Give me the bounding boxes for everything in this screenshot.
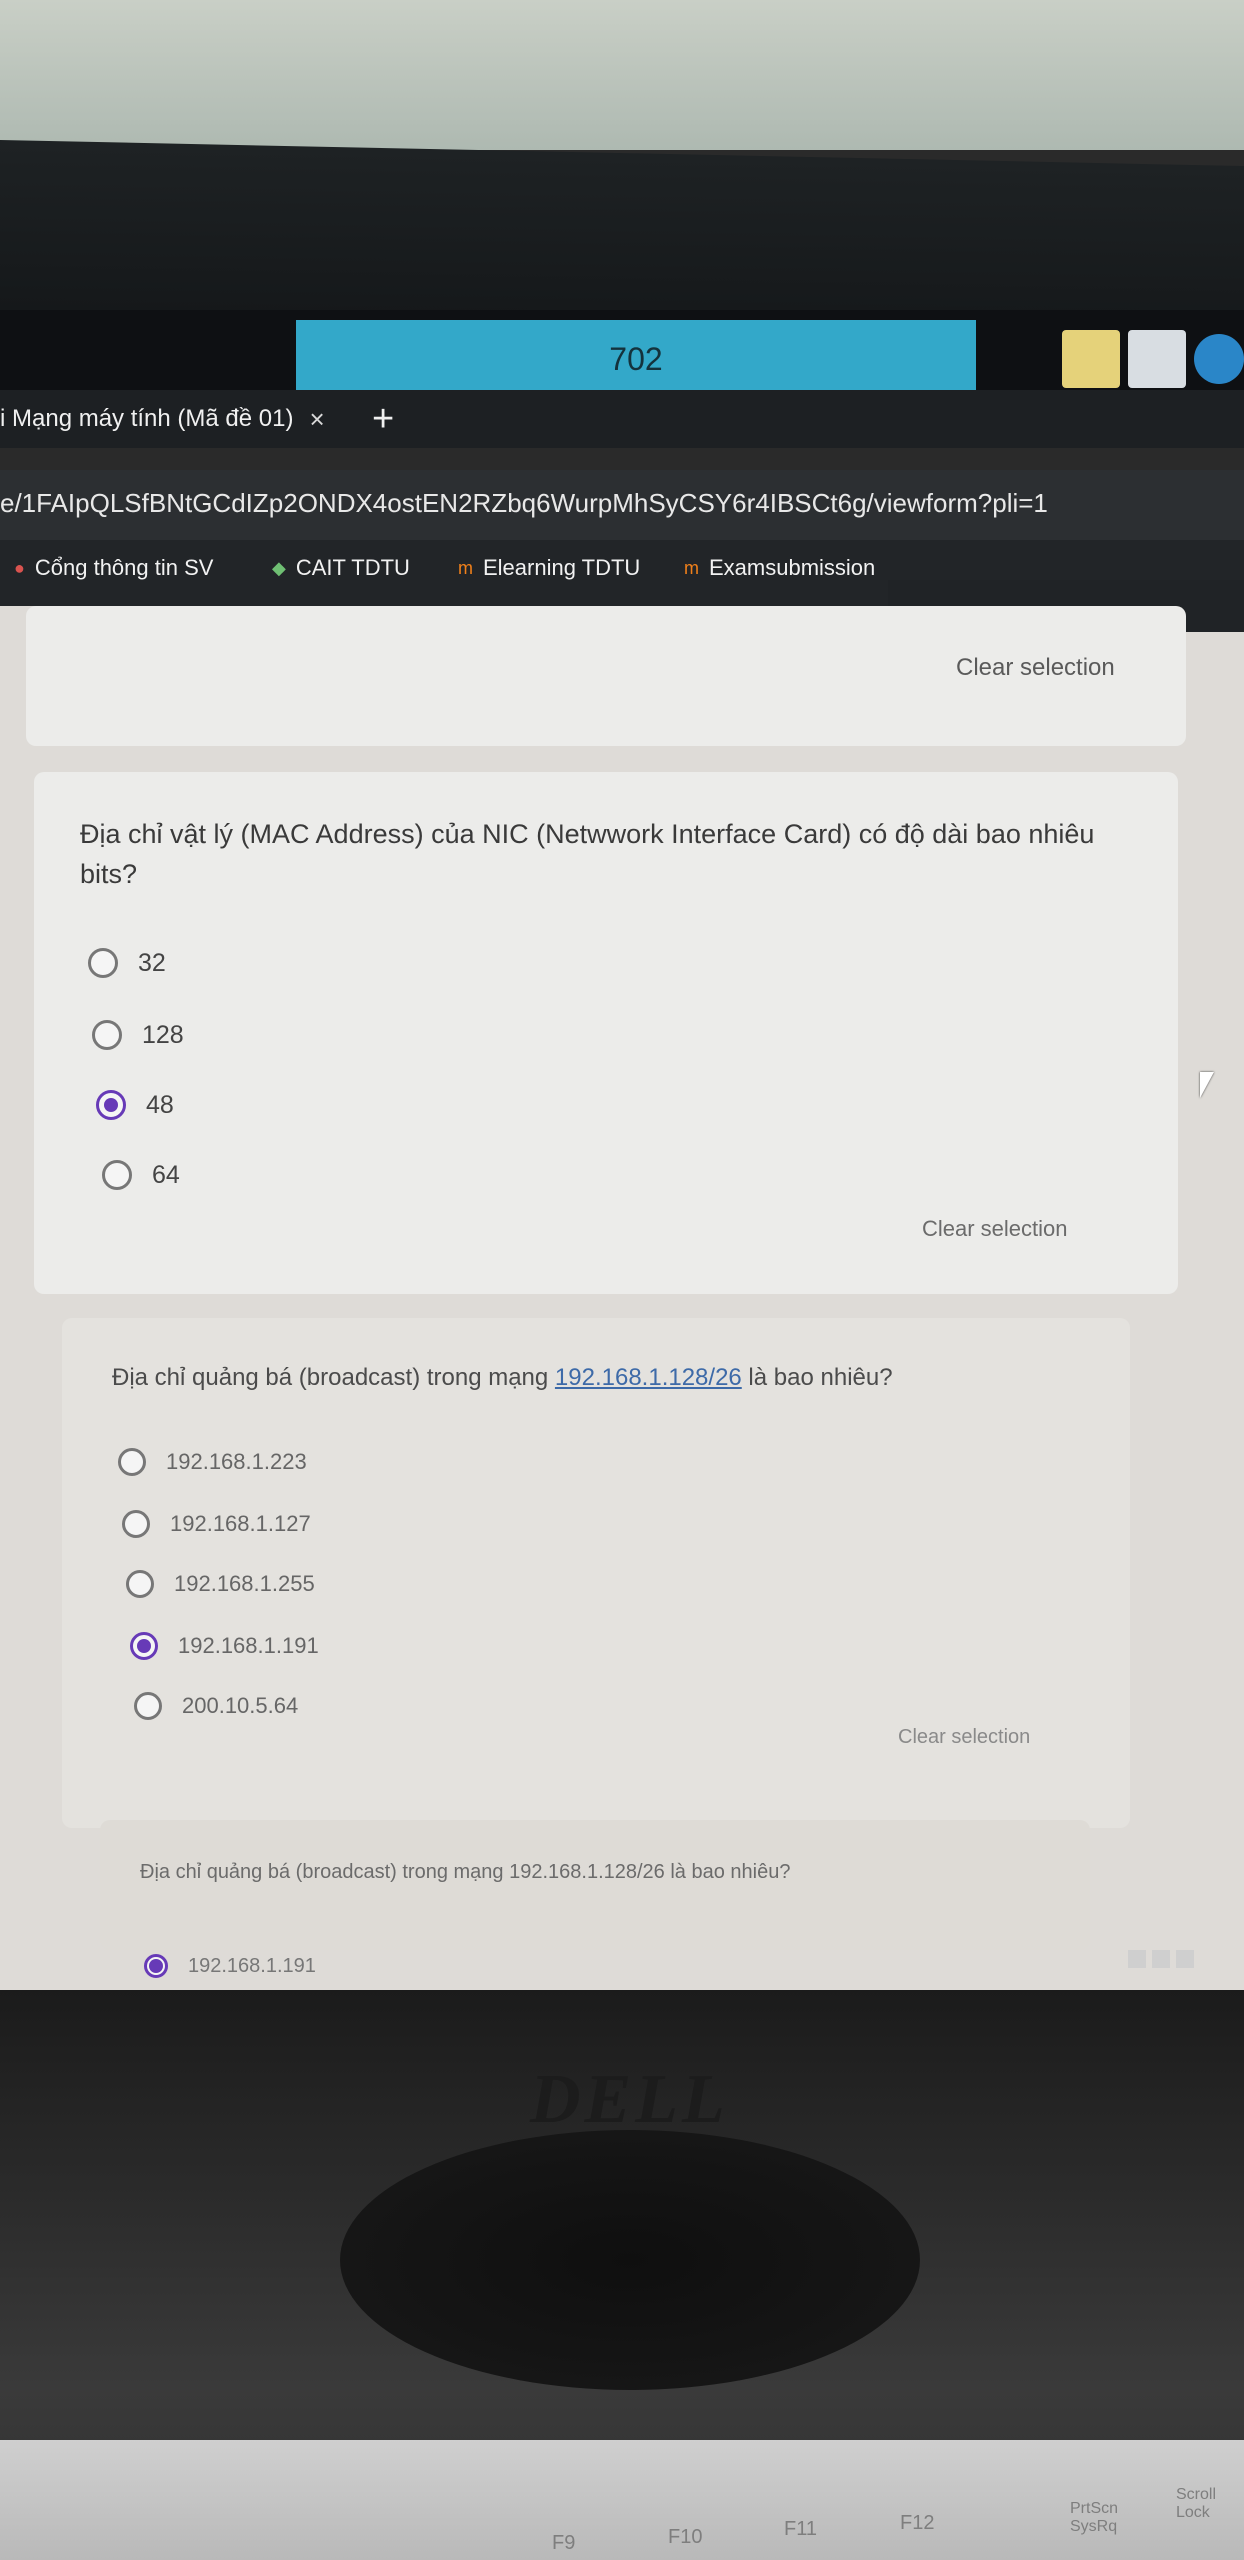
mouse-photo bbox=[340, 2130, 920, 2390]
close-icon[interactable]: × bbox=[309, 404, 324, 435]
option-192-168-1-223[interactable]: 192.168.1.223 bbox=[118, 1448, 307, 1476]
bookmark-cait-tdtu[interactable]: ◆ CAIT TDTU bbox=[272, 555, 410, 581]
option-label: 32 bbox=[138, 948, 166, 977]
bookmark-label: Examsubmission bbox=[709, 555, 876, 580]
fkey-label: F12 bbox=[900, 2512, 935, 2534]
option-label: 192.168.1.127 bbox=[170, 1511, 311, 1536]
browser-tab[interactable]: i Mạng máy tính (Mã đề 01) × bbox=[0, 396, 325, 442]
option-192-168-1-191[interactable]: 192.168.1.191 bbox=[130, 1632, 319, 1660]
question-text: Địa chỉ quảng bá (broadcast) trong mạng … bbox=[140, 1861, 791, 1883]
clear-selection-link[interactable]: Clear selection bbox=[956, 654, 1115, 682]
radio-button[interactable] bbox=[92, 1020, 122, 1050]
mouse-cursor-icon bbox=[1200, 1072, 1214, 1098]
bookmark-elearning[interactable]: m Elearning TDTU bbox=[458, 555, 640, 581]
chart-icon[interactable] bbox=[1128, 330, 1186, 388]
moodle-icon: m bbox=[458, 557, 473, 578]
bottom-tray-icons bbox=[1128, 1950, 1194, 1968]
new-tab-button[interactable]: + bbox=[372, 396, 394, 442]
scroll-lock-key-label: Scroll Lock bbox=[1176, 2486, 1217, 2521]
bookmark-cong-thong-tin[interactable]: ● Cổng thông tin SV bbox=[14, 555, 213, 581]
option-200-10-5-64[interactable]: 200.10.5.64 bbox=[134, 1692, 298, 1720]
radio-button[interactable] bbox=[88, 948, 118, 978]
fkey-label: F9 bbox=[552, 2532, 576, 2554]
clear-selection-link[interactable]: Clear selection bbox=[898, 1726, 1030, 1749]
cait-icon: ◆ bbox=[272, 557, 286, 578]
tab-title: i Mạng máy tính (Mã đề 01) bbox=[0, 405, 294, 432]
question-text-part: là bao nhiêu? bbox=[741, 1364, 893, 1391]
bookmark-label: Cổng thông tin SV bbox=[34, 555, 214, 580]
fkey-label: F11 bbox=[784, 2518, 817, 2540]
moodle-icon: m bbox=[684, 557, 699, 578]
system-tray bbox=[1062, 330, 1244, 388]
bookmark-label: Elearning TDTU bbox=[483, 555, 641, 580]
radio-button[interactable] bbox=[122, 1510, 150, 1538]
radio-button[interactable] bbox=[102, 1160, 132, 1190]
option-192-168-1-255[interactable]: 192.168.1.255 bbox=[126, 1570, 315, 1598]
radio-button-selected[interactable] bbox=[144, 1954, 168, 1978]
tray-icon bbox=[1176, 1950, 1194, 1968]
option-label: 128 bbox=[142, 1020, 184, 1049]
dell-logo: DELL bbox=[530, 2061, 729, 2138]
option-label: 192.168.1.191 bbox=[188, 1954, 316, 1977]
ip-link[interactable]: 192.168.1.128/26 bbox=[555, 1364, 742, 1391]
option-192-168-1-127[interactable]: 192.168.1.127 bbox=[122, 1510, 311, 1538]
option-label: 192.168.1.223 bbox=[166, 1449, 307, 1474]
option-label: 48 bbox=[146, 1090, 174, 1119]
fkey-label: F10 bbox=[668, 2526, 703, 2548]
radio-button[interactable] bbox=[118, 1448, 146, 1476]
keyboard-photo bbox=[0, 2440, 1244, 2560]
bookmark-examsubmission[interactable]: m Examsubmission bbox=[684, 555, 875, 581]
calculator-icon[interactable] bbox=[1062, 330, 1120, 388]
question-text: Địa chỉ vật lý (MAC Address) của NIC (Ne… bbox=[80, 819, 1095, 889]
question-text-part: Địa chỉ quảng bá (broadcast) trong mạng bbox=[112, 1364, 555, 1391]
pc-number-banner: 702 bbox=[296, 320, 976, 398]
option-label: 200.10.5.64 bbox=[182, 1693, 299, 1718]
monitor-bezel bbox=[0, 140, 1244, 337]
radio-button-selected[interactable] bbox=[96, 1090, 126, 1120]
option-48[interactable]: 48 bbox=[96, 1090, 174, 1120]
bookmark-label: CAIT TDTU bbox=[295, 555, 410, 580]
radio-button[interactable] bbox=[134, 1692, 162, 1720]
option-192-168-1-191[interactable]: 192.168.1.191 bbox=[144, 1954, 316, 1978]
radio-button-selected[interactable] bbox=[130, 1632, 158, 1660]
option-label: 64 bbox=[152, 1160, 180, 1189]
tray-icon bbox=[1128, 1950, 1146, 1968]
option-128[interactable]: 128 bbox=[92, 1020, 184, 1050]
option-label: 192.168.1.191 bbox=[178, 1633, 319, 1658]
option-32[interactable]: 32 bbox=[88, 948, 166, 978]
question-text: Địa chỉ quảng bá (broadcast) trong mạng … bbox=[112, 1358, 893, 1398]
option-64[interactable]: 64 bbox=[102, 1160, 180, 1190]
url-text[interactable]: e/1FAIpQLSfBNtGCdIZp2ONDX4ostEN2RZbq6Wur… bbox=[0, 488, 1048, 519]
disc-icon[interactable] bbox=[1194, 334, 1244, 384]
wall-background bbox=[0, 0, 1244, 150]
radio-button[interactable] bbox=[126, 1570, 154, 1598]
portal-icon: ● bbox=[14, 557, 25, 578]
option-label: 192.168.1.255 bbox=[174, 1571, 315, 1596]
clear-selection-link[interactable]: Clear selection bbox=[922, 1216, 1068, 1242]
prtscn-key-label: PrtScn SysRq bbox=[1070, 2500, 1119, 2535]
tray-icon bbox=[1152, 1950, 1170, 1968]
